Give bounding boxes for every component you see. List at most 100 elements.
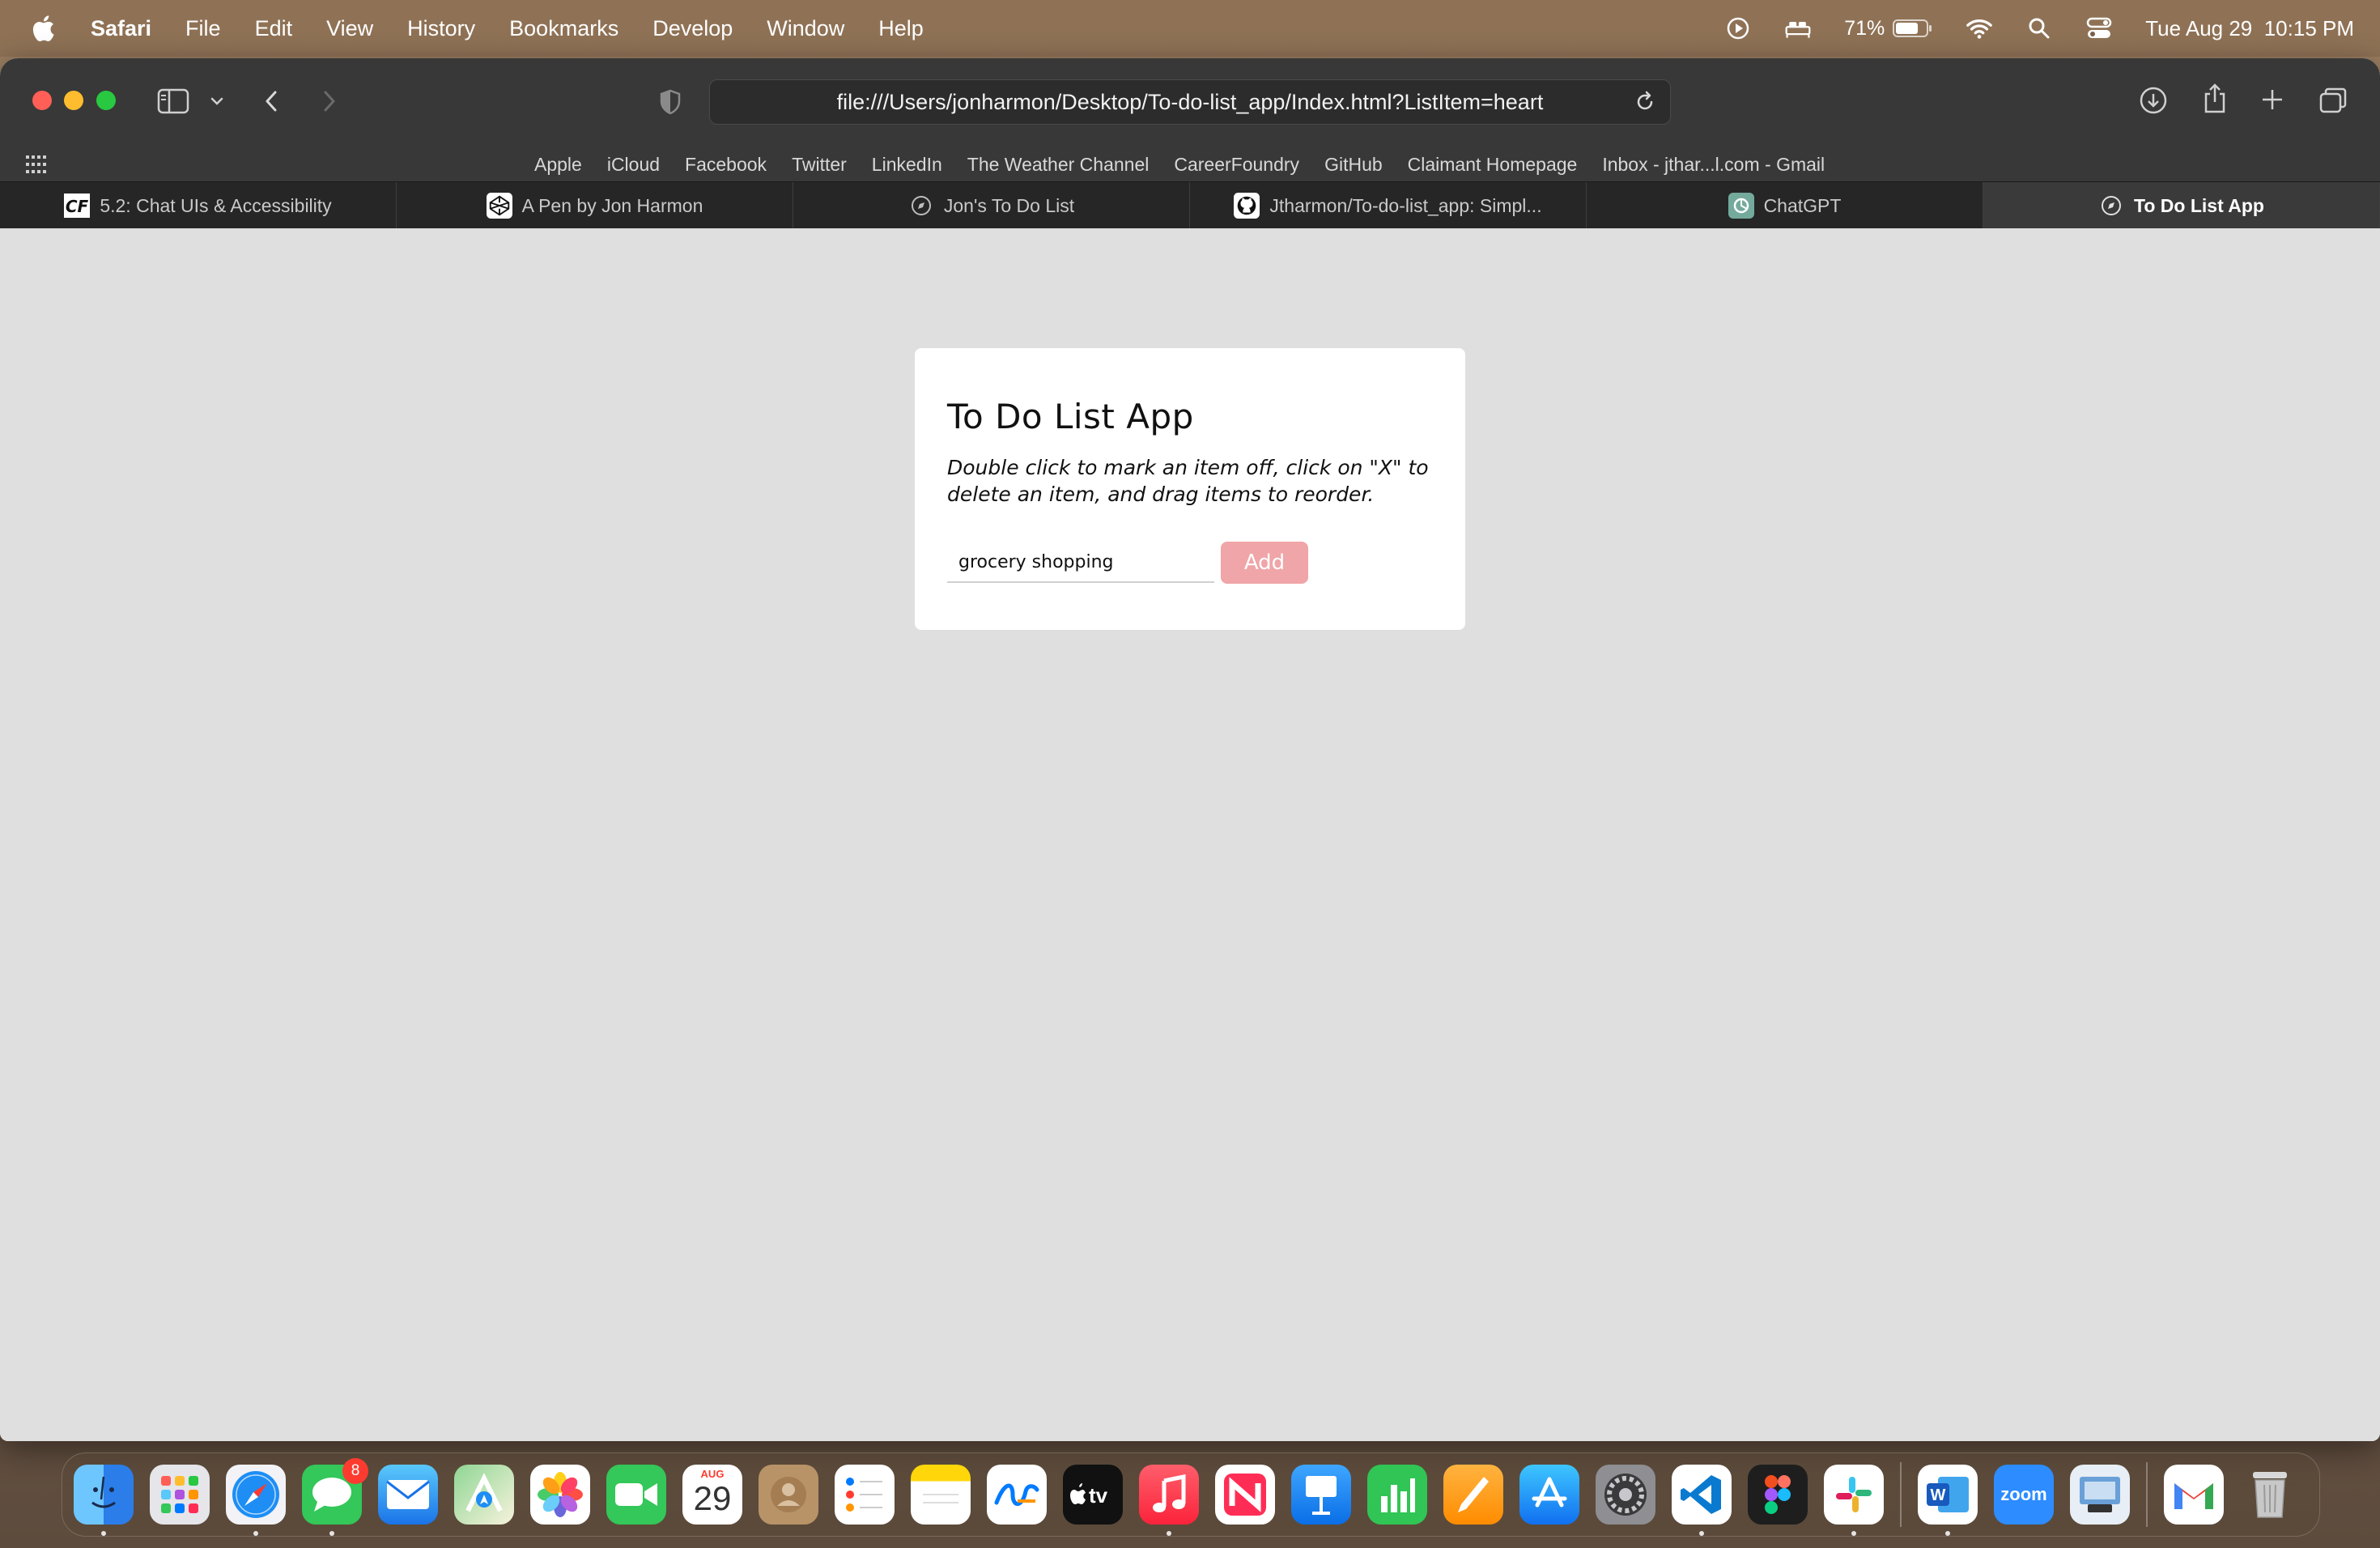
new-tab-plus-icon[interactable] [2259,86,2286,113]
tab-label: Jtharmon/To-do-list_app: Simpl... [1269,194,1542,216]
favorite-twitter[interactable]: Twitter [792,154,847,176]
preview-icon[interactable] [2070,1465,2130,1525]
menu-window[interactable]: Window [767,16,844,41]
keynote-icon[interactable] [1291,1465,1351,1525]
favorite-gmail-inbox[interactable]: Inbox - jthar...l.com - Gmail [1602,154,1825,176]
menu-edit[interactable]: Edit [255,16,293,41]
favorite-github[interactable]: GitHub [1324,154,1383,176]
favorite-linkedin[interactable]: LinkedIn [872,154,942,176]
zoom-icon[interactable]: zoom [1994,1465,2054,1525]
mail-icon[interactable] [378,1465,438,1525]
control-center-icon[interactable] [2085,15,2113,42]
figma-icon[interactable] [1748,1465,1808,1525]
facetime-icon[interactable] [606,1465,666,1525]
dock: 8 AUG 29 tv W zoom [62,1452,2320,1537]
url-text: file:///Users/jonharmon/Desktop/To-do-li… [836,89,1544,114]
zoom-label: zoom [2000,1484,2047,1504]
freeform-icon[interactable] [987,1465,1047,1525]
clock[interactable]: Tue Aug 29 10:15 PM [2145,16,2354,41]
address-bar[interactable]: file:///Users/jonharmon/Desktop/To-do-li… [709,79,1671,125]
apple-menu-icon[interactable] [31,15,55,42]
tab-chat-uis[interactable]: CF 5.2: Chat UIs & Accessibility [0,182,397,229]
tab-label: Jon's To Do List [943,194,1075,216]
back-arrow-icon[interactable] [259,86,283,117]
menu-file[interactable]: File [185,16,221,41]
app-store-icon[interactable] [1519,1465,1579,1525]
tab-jons-to-do-list[interactable]: Jon's To Do List [793,182,1190,229]
gmail-icon[interactable] [2164,1465,2224,1525]
favorites-grid-icon[interactable] [26,155,47,173]
web-page: To Do List App Double click to mark an i… [0,228,2380,1441]
tab-codepen[interactable]: A Pen by Jon Harmon [397,182,793,229]
menu-view[interactable]: View [326,16,373,41]
add-button[interactable]: Add [1221,542,1308,584]
running-indicator [329,1531,334,1536]
battery-status[interactable]: 71% [1844,17,1933,40]
reload-icon[interactable] [1633,90,1657,114]
running-indicator [1167,1531,1171,1536]
reminders-icon[interactable] [835,1465,895,1525]
menu-app-name[interactable]: Safari [91,16,151,41]
now-playing-icon[interactable] [1724,15,1752,42]
favorites-bar: Apple iCloud Facebook Twitter LinkedIn T… [0,144,2380,185]
wifi-icon[interactable] [1966,15,1993,42]
finder-icon[interactable] [74,1465,134,1536]
svg-text:CF: CF [66,197,89,216]
chevron-down-icon[interactable] [207,92,227,110]
apple-tv-icon[interactable]: tv [1063,1465,1123,1525]
menu-bookmarks[interactable]: Bookmarks [509,16,618,41]
add-item-form: Add [947,542,1433,584]
slack-icon[interactable] [1824,1465,1884,1536]
svg-text:W: W [1931,1486,1946,1504]
messages-icon[interactable]: 8 [302,1458,368,1536]
zoom-window-button[interactable] [96,91,116,110]
battery-percent: 71% [1844,16,1885,40]
careerfoundry-icon: CF [64,193,91,219]
tab-label: To Do List App [2134,194,2264,216]
music-icon[interactable] [1139,1465,1199,1536]
sidebar-toggle-icon[interactable] [157,87,189,115]
calendar-month: AUG [700,1468,725,1480]
safari-window: file:///Users/jonharmon/Desktop/To-do-li… [0,58,2380,1441]
notes-icon[interactable] [911,1465,971,1525]
compass-icon [2098,193,2124,219]
share-icon[interactable] [2199,81,2231,117]
favorite-claimant-homepage[interactable]: Claimant Homepage [1408,154,1578,176]
system-settings-icon[interactable] [1596,1465,1655,1525]
news-icon[interactable] [1215,1465,1275,1525]
minimize-window-button[interactable] [64,91,83,110]
menu-develop[interactable]: Develop [652,16,733,41]
todo-item-input[interactable] [947,542,1214,583]
favorite-weather-channel[interactable]: The Weather Channel [967,154,1150,176]
maps-icon[interactable] [454,1465,514,1525]
calendar-icon[interactable]: AUG 29 [682,1465,742,1525]
spotlight-search-icon[interactable] [2025,15,2053,42]
microsoft-word-icon[interactable]: W [1918,1465,1978,1536]
numbers-icon[interactable] [1367,1465,1427,1525]
menu-history[interactable]: History [407,16,475,41]
tab-to-do-list-app[interactable]: To Do List App [1983,182,2380,229]
close-window-button[interactable] [32,91,52,110]
sleep-bed-icon[interactable] [1784,15,1812,42]
trash-icon[interactable] [2240,1465,2300,1525]
favorite-facebook[interactable]: Facebook [685,154,767,176]
favorite-apple[interactable]: Apple [534,154,582,176]
codepen-icon [486,193,512,219]
menu-help[interactable]: Help [878,16,924,41]
forward-arrow-icon[interactable] [317,86,342,117]
page-title: To Do List App [947,397,1194,436]
launchpad-icon[interactable] [150,1465,210,1525]
tab-chatgpt[interactable]: ChatGPT [1587,182,1983,229]
photos-icon[interactable] [530,1465,590,1525]
safari-icon[interactable] [226,1465,286,1536]
vscode-icon[interactable] [1672,1465,1732,1536]
downloads-icon[interactable] [2137,84,2170,117]
contacts-icon[interactable] [759,1465,818,1525]
tab-github-repo[interactable]: Jtharmon/To-do-list_app: Simpl... [1190,182,1587,229]
favorite-icloud[interactable]: iCloud [607,154,660,176]
privacy-shield-icon[interactable] [656,87,685,117]
favorite-careerfoundry[interactable]: CareerFoundry [1174,154,1299,176]
compass-icon [908,193,934,219]
tab-overview-icon[interactable] [2317,84,2349,117]
pages-icon[interactable] [1443,1465,1503,1525]
